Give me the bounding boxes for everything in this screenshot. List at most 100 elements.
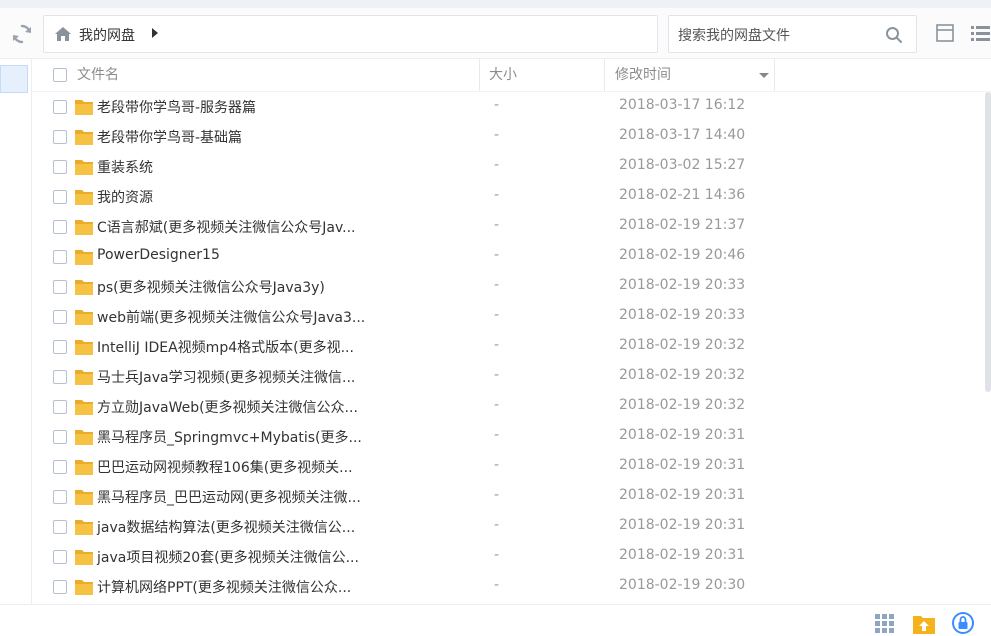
file-name[interactable]: 重装系统 [97,157,153,177]
file-row[interactable]: 黑马程序员_巴巴运动网(更多视频关注微... - 2018-02-19 20:31 [32,482,982,512]
file-name[interactable]: 马士兵Java学习视频(更多视频关注微信... [97,367,355,387]
row-checkbox[interactable] [53,340,67,354]
row-checkbox[interactable] [53,370,67,384]
file-name[interactable]: C语言郝斌(更多视频关注微信公众号Jav... [97,217,356,237]
file-name[interactable]: 巴巴运动网视频教程106集(更多视频关... [97,457,353,477]
lock-icon[interactable] [951,611,975,635]
row-checkbox[interactable] [53,190,67,204]
layout-toggle-icon[interactable] [935,23,955,43]
file-row[interactable]: IntelliJ IDEA视频mp4格式版本(更多视... - 2018-02-19… [32,332,982,362]
file-name[interactable]: ps(更多视频关注微信公众号Java3y) [97,277,325,297]
file-modified-date: 2018-02-21 14:36 [619,187,746,203]
row-checkbox[interactable] [53,550,67,564]
search-input[interactable]: 搜索我的网盘文件 [668,15,917,53]
row-checkbox[interactable] [53,160,67,174]
folder-icon [75,580,93,595]
file-modified-date: 2018-03-17 14:40 [619,127,746,143]
grid-view-icon[interactable] [875,614,894,633]
file-name[interactable]: 我的资源 [97,187,153,207]
left-sidebar [0,59,32,604]
file-row[interactable]: web前端(更多视频关注微信公众号Java3... - 2018-02-19 20:… [32,302,982,332]
scrollbar[interactable] [985,92,991,392]
row-checkbox[interactable] [53,310,67,324]
folder-icon [75,310,93,325]
sidebar-selected-item[interactable] [0,65,28,93]
file-row[interactable]: java数据结构算法(更多视频关注微信公... - 2018-02-19 20:31 [32,512,982,542]
file-row[interactable]: 方立勋JavaWeb(更多视频关注微信公众... - 2018-02-19 20:3… [32,392,982,422]
file-row[interactable]: 计算机网络PPT(更多视频关注微信公众... - 2018-02-19 20:30 [32,572,982,602]
breadcrumb[interactable]: 我的网盘 [79,25,135,45]
file-name[interactable]: web前端(更多视频关注微信公众号Java3... [97,307,365,327]
file-size: - [494,487,500,503]
file-modified-date: 2018-03-17 16:12 [619,97,746,113]
folder-icon [75,160,93,175]
file-name[interactable]: IntelliJ IDEA视频mp4格式版本(更多视... [97,337,354,357]
column-divider[interactable] [479,59,480,91]
file-size: - [494,367,500,383]
folder-icon [75,550,93,565]
file-size: - [494,217,500,233]
folder-icon [75,490,93,505]
folder-icon [75,190,93,205]
file-modified-date: 2018-02-19 20:31 [619,427,746,443]
file-size: - [494,517,500,533]
refresh-icon[interactable] [10,22,34,46]
file-name[interactable]: java项目视频20套(更多视频关注微信公... [97,547,359,567]
file-row[interactable]: 马士兵Java学习视频(更多视频关注微信... - 2018-02-19 20:32 [32,362,982,392]
select-all-checkbox[interactable] [53,68,67,82]
file-name[interactable]: java数据结构算法(更多视频关注微信公... [97,517,355,537]
search-placeholder: 搜索我的网盘文件 [678,28,790,44]
folder-icon [75,460,93,475]
column-divider[interactable] [774,59,775,91]
row-checkbox[interactable] [53,130,67,144]
row-checkbox[interactable] [53,520,67,534]
file-row[interactable]: 黑马程序员_Springmvc+Mybatis(更多... - 2018-02-19… [32,422,982,452]
row-checkbox[interactable] [53,220,67,234]
file-row[interactable]: 重装系统 - 2018-03-02 15:27 [32,152,982,182]
file-row[interactable]: 巴巴运动网视频教程106集(更多视频关... - 2018-02-19 20:31 [32,452,982,482]
file-size: - [494,247,500,263]
sort-dropdown-icon[interactable] [759,73,769,78]
file-name[interactable]: 方立勋JavaWeb(更多视频关注微信公众... [97,397,358,417]
column-divider[interactable] [604,59,605,91]
file-row[interactable]: 老段带你学鸟哥-服务器篇 - 2018-03-17 16:12 [32,92,982,122]
column-header-modified[interactable]: 修改时间 [615,59,671,91]
folder-icon [75,130,93,145]
file-row[interactable]: C语言郝斌(更多视频关注微信公众号Jav... - 2018-02-19 21:37 [32,212,982,242]
column-header-size[interactable]: 大小 [489,59,517,91]
home-icon[interactable] [54,26,72,42]
upload-icon[interactable] [912,613,936,635]
file-modified-date: 2018-02-19 20:31 [619,487,746,503]
file-size: - [494,577,500,593]
top-strip [0,0,991,8]
row-checkbox[interactable] [53,400,67,414]
file-size: - [494,97,500,113]
row-checkbox[interactable] [53,280,67,294]
row-checkbox[interactable] [53,100,67,114]
file-name[interactable]: 黑马程序员_巴巴运动网(更多视频关注微... [97,487,361,507]
search-icon[interactable] [885,26,903,44]
file-name[interactable]: 黑马程序员_Springmvc+Mybatis(更多... [97,427,362,447]
column-header-name[interactable]: 文件名 [77,59,119,91]
file-modified-date: 2018-02-19 20:32 [619,337,746,353]
file-name[interactable]: 老段带你学鸟哥-服务器篇 [97,97,256,117]
file-row[interactable]: ps(更多视频关注微信公众号Java3y) - 2018-02-19 20:33 [32,272,982,302]
row-checkbox[interactable] [53,460,67,474]
row-checkbox[interactable] [53,490,67,504]
row-checkbox[interactable] [53,430,67,444]
file-row[interactable]: PowerDesigner15 - 2018-02-19 20:46 [32,242,982,272]
list-view-icon[interactable] [970,23,991,43]
row-checkbox[interactable] [53,250,67,264]
file-row[interactable]: 老段带你学鸟哥-基础篇 - 2018-03-17 14:40 [32,122,982,152]
file-modified-date: 2018-02-19 20:32 [619,367,746,383]
file-row[interactable]: 我的资源 - 2018-02-21 14:36 [32,182,982,212]
file-name[interactable]: PowerDesigner15 [97,247,220,263]
address-bar[interactable]: 我的网盘 [43,15,658,53]
row-checkbox[interactable] [53,580,67,594]
file-row[interactable]: java项目视频20套(更多视频关注微信公... - 2018-02-19 20:3… [32,542,982,572]
file-name[interactable]: 计算机网络PPT(更多视频关注微信公众... [97,577,351,597]
file-name[interactable]: 老段带你学鸟哥-基础篇 [97,127,242,147]
folder-icon [75,280,93,295]
file-modified-date: 2018-02-19 20:32 [619,397,746,413]
breadcrumb-caret-icon[interactable] [152,28,158,38]
